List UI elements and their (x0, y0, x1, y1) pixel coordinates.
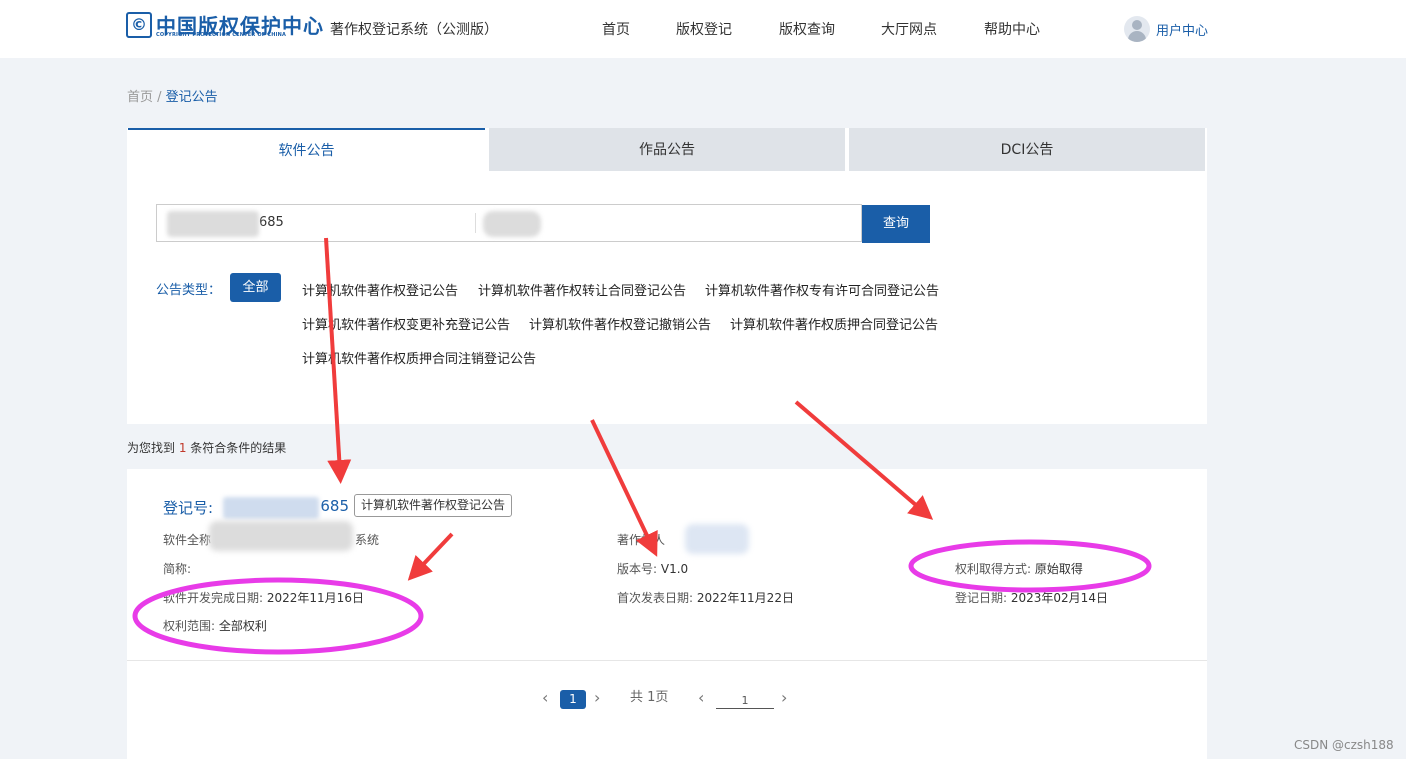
announcement-type-badge: 计算机软件著作权登记公告 (354, 494, 513, 517)
registration-date-value: 2023年02月14日 (1010, 591, 1108, 605)
dev-date-label: 软件开发完成日期: (163, 591, 264, 605)
type-filter-all[interactable]: 全部 (230, 273, 281, 302)
user-avatar-icon (1124, 16, 1150, 42)
dev-date-value: 2022年11月16日 (266, 591, 364, 605)
publish-date-value: 2022年11月22日 (696, 591, 794, 605)
version-number: 版本号: V1.0 (617, 560, 688, 577)
publish-date-label: 首次发表日期: (617, 591, 694, 605)
tab-works-announcement[interactable]: 作品公告 (489, 128, 845, 171)
rights-scope-value: 全部权利 (218, 619, 267, 633)
result-count-prefix: 为您找到 (127, 441, 179, 455)
search-box: 685 (156, 204, 862, 242)
rights-scope-label: 权利范围: (163, 619, 216, 633)
redacted-blur (209, 521, 353, 551)
prev-page-icon[interactable]: ‹ (542, 688, 548, 707)
next-page-icon[interactable]: › (594, 688, 600, 707)
redacted-blur (167, 211, 259, 237)
breadcrumb: 首页 / 登记公告 (127, 86, 218, 105)
query-button[interactable]: 查询 (862, 205, 930, 243)
current-page-button[interactable]: 1 (560, 690, 586, 709)
result-card: 登记号: 685 计算机软件著作权登记公告 软件全称 系统 简称: 软件开发完成… (127, 469, 1207, 759)
total-pages: 共 1页 (630, 690, 669, 705)
short-name-label: 简称: (163, 562, 192, 576)
tab-software-announcement[interactable]: 软件公告 (128, 128, 485, 171)
acquisition-value: 原始取得 (1034, 562, 1083, 576)
user-center-label: 用户中心 (1156, 24, 1209, 39)
breadcrumb-current: 登记公告 (165, 90, 218, 105)
acquisition-label: 权利取得方式: (955, 562, 1032, 576)
dev-completion-date: 软件开发完成日期: 2022年11月16日 (163, 589, 364, 606)
registration-number-input[interactable]: 685 (157, 205, 475, 241)
result-count: 为您找到 1 条符合条件的结果 (127, 439, 286, 456)
first-publish-date: 首次发表日期: 2022年11月22日 (617, 589, 794, 606)
tab-dci-announcement[interactable]: DCI公告 (849, 128, 1205, 171)
nav-copyright-registration[interactable]: 版权登记 (676, 19, 732, 39)
type-filter-change-supplement[interactable]: 计算机软件著作权变更补充登记公告 (302, 314, 510, 333)
result-count-suffix: 条符合条件的结果 (186, 441, 287, 455)
top-header: © 中国版权保护中心 COPYRIGHT PROTECTION CENTER O… (0, 0, 1406, 58)
redacted-blur (483, 211, 541, 237)
secondary-search-input[interactable] (477, 205, 863, 241)
redacted-blur (685, 524, 749, 554)
rights-acquisition: 权利取得方式: 原始取得 (955, 560, 1083, 577)
type-filter-exclusive-license[interactable]: 计算机软件著作权专有许可合同登记公告 (705, 280, 939, 299)
jump-next-icon[interactable]: › (781, 688, 787, 707)
type-filter-registration[interactable]: 计算机软件著作权登记公告 (302, 280, 458, 299)
registration-number-value: 685 (259, 215, 284, 230)
version-label: 版本号: (617, 562, 658, 576)
redacted-blur (223, 497, 319, 519)
logo-english-name: COPYRIGHT PROTECTION CENTER OF CHINA (156, 32, 287, 38)
registration-date-label: 登记日期: (955, 591, 1008, 605)
copyright-owner-label: 著作权人 (617, 533, 666, 547)
type-filter-transfer-contract[interactable]: 计算机软件著作权转让合同登记公告 (478, 280, 686, 299)
jump-prev-icon[interactable]: ‹ (698, 688, 704, 707)
announcement-type-label: 公告类型： (156, 283, 222, 298)
card-divider (127, 660, 1207, 661)
breadcrumb-home[interactable]: 首页 (127, 90, 153, 105)
copyright-logo-icon: © (126, 12, 152, 38)
nav-help-center[interactable]: 帮助中心 (984, 19, 1040, 39)
nav-home[interactable]: 首页 (602, 19, 630, 39)
type-filter-pledge-cancellation[interactable]: 计算机软件著作权质押合同注销登记公告 (302, 348, 536, 367)
registration-number-link[interactable]: 685 (223, 497, 349, 519)
registration-number-suffix: 685 (320, 497, 349, 515)
registration-date: 登记日期: 2023年02月14日 (955, 589, 1108, 606)
type-filter-pledge-contract[interactable]: 计算机软件著作权质押合同登记公告 (730, 314, 938, 333)
system-name: 著作权登记系统（公测版） (330, 22, 498, 38)
type-filter-revocation[interactable]: 计算机软件著作权登记撤销公告 (529, 314, 711, 333)
nav-service-halls[interactable]: 大厅网点 (881, 19, 937, 39)
registration-number-label: 登记号: (163, 499, 214, 517)
software-fullname-label: 软件全称 (163, 533, 212, 547)
nav-copyright-query[interactable]: 版权查询 (779, 19, 835, 39)
search-field-divider (475, 213, 476, 233)
breadcrumb-separator: / (153, 90, 166, 105)
csdn-watermark: CSDN @czsh188 (1294, 738, 1394, 752)
software-fullname-suffix: 系统 (355, 533, 380, 547)
search-panel: 软件公告 作品公告 DCI公告 685 查询 公告类型： 全部 计算机软件著作权… (127, 128, 1207, 424)
page-jump-input[interactable]: 1 (716, 694, 774, 709)
rights-scope: 权利范围: 全部权利 (163, 617, 267, 634)
version-value: V1.0 (660, 562, 689, 576)
